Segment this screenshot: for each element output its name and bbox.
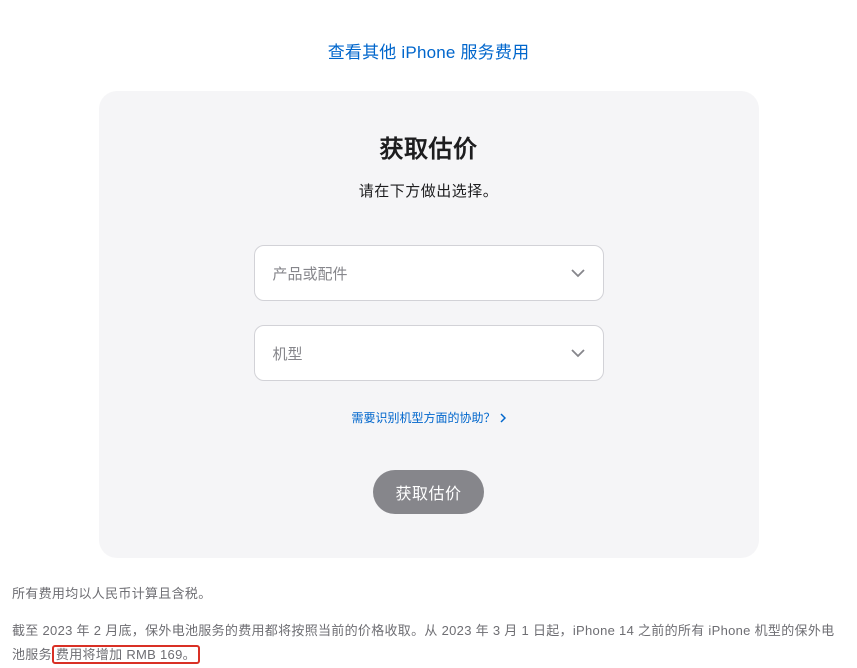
product-select[interactable]: 产品或配件 bbox=[254, 245, 604, 301]
footer-line-1: 所有费用均以人民币计算且含税。 bbox=[0, 582, 857, 607]
other-services-link[interactable]: 查看其他 iPhone 服务费用 bbox=[328, 43, 530, 62]
help-identify-link[interactable]: 需要识别机型方面的协助？ bbox=[351, 409, 505, 426]
card-title: 获取估价 bbox=[119, 129, 739, 164]
top-link-container: 查看其他 iPhone 服务费用 bbox=[0, 0, 857, 91]
estimate-card: 获取估价 请在下方做出选择。 产品或配件 机型 需要识别机型方面的协助？ 获取估… bbox=[99, 91, 759, 558]
submit-row: 获取估价 bbox=[119, 470, 739, 514]
model-select-placeholder: 机型 bbox=[273, 343, 571, 364]
price-increase-highlight: 费用将增加 RMB 169。 bbox=[52, 645, 200, 664]
chevron-down-icon bbox=[571, 346, 585, 360]
product-select-placeholder: 产品或配件 bbox=[273, 263, 571, 284]
model-select[interactable]: 机型 bbox=[254, 325, 604, 381]
footer-line-2: 截至 2023 年 2 月底，保外电池服务的费用都将按照当前的价格收取。从 20… bbox=[0, 619, 857, 668]
card-subtitle: 请在下方做出选择。 bbox=[119, 180, 739, 201]
help-identify-label: 需要识别机型方面的协助？ bbox=[351, 409, 495, 426]
chevron-down-icon bbox=[571, 266, 585, 280]
chevron-right-icon bbox=[500, 413, 506, 423]
get-estimate-button[interactable]: 获取估价 bbox=[373, 470, 483, 514]
